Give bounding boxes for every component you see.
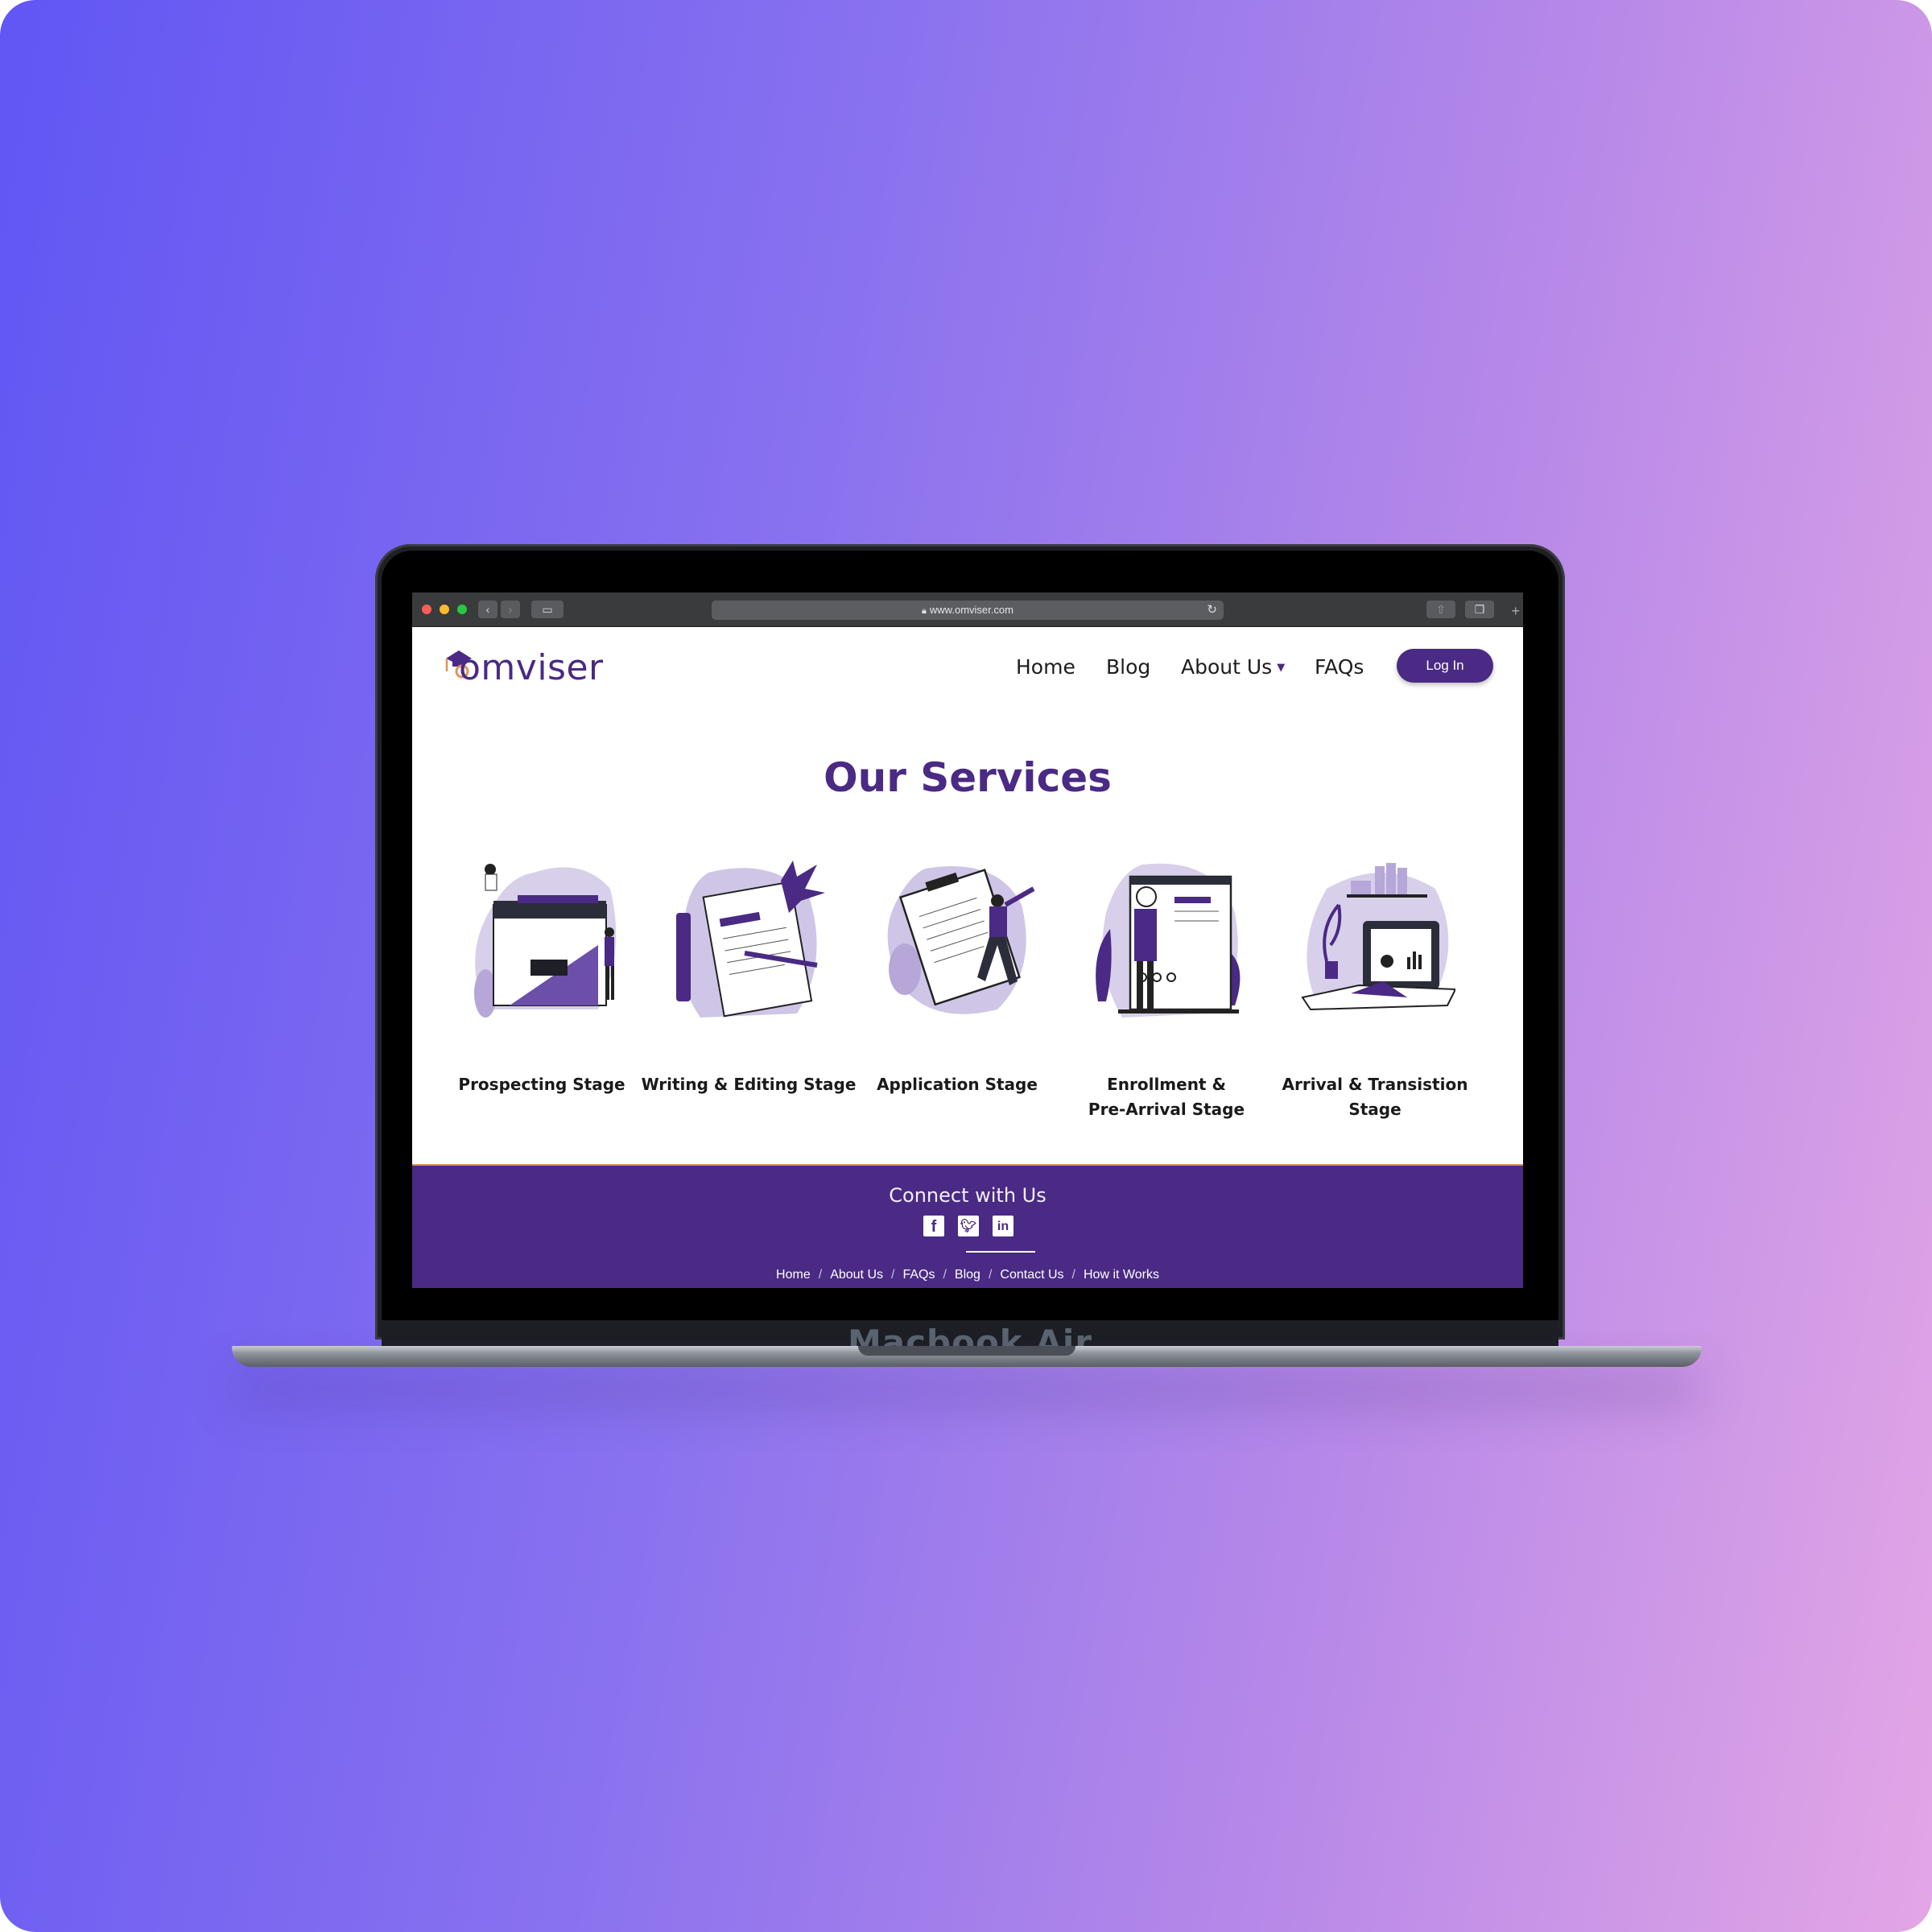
connect-heading: Connect with Us bbox=[889, 1184, 1046, 1207]
nav-home-link[interactable]: Home bbox=[1016, 655, 1075, 679]
separator: / bbox=[988, 1268, 993, 1282]
nav-blog-link[interactable]: Blog bbox=[1106, 655, 1150, 679]
footer-link-faqs[interactable]: FAQs bbox=[902, 1268, 935, 1282]
footer-link-contact[interactable]: Contact Us bbox=[1000, 1268, 1063, 1282]
share-icon[interactable]: ⇧ bbox=[1426, 601, 1455, 618]
footer-links: Home / About Us / FAQs / Blog / Contact Us / How i… bbox=[412, 1267, 1523, 1283]
footer-link-about[interactable]: About Us bbox=[830, 1268, 883, 1282]
close-window-button[interactable] bbox=[422, 605, 431, 614]
service-card-writing-editing[interactable]: Writing & Editing Stage bbox=[642, 857, 856, 1098]
service-label-enrollment: Enrollment & Pre-Arrival Stage bbox=[1088, 1075, 1245, 1119]
maximize-window-button[interactable] bbox=[457, 605, 467, 614]
service-label-writing-editing: Writing & Editing Stage bbox=[641, 1075, 857, 1094]
service-label-arrival: Arrival & Transistion Stage bbox=[1282, 1075, 1468, 1119]
separator: / bbox=[1071, 1268, 1075, 1282]
writing-editing-illustration bbox=[676, 861, 825, 1018]
footer-link-blog[interactable]: Blog bbox=[955, 1268, 980, 1282]
minimize-window-button[interactable] bbox=[440, 605, 449, 614]
service-card-prospecting[interactable]: Prospecting Stage bbox=[449, 857, 634, 1098]
nav-faqs-link[interactable]: FAQs bbox=[1315, 655, 1364, 679]
site-header: omviser Home Blog About Us ▼ FAQs Log In bbox=[412, 626, 1523, 707]
footer-divider bbox=[966, 1251, 1035, 1253]
footer-link-home[interactable]: Home bbox=[776, 1268, 811, 1282]
separator: / bbox=[943, 1268, 947, 1282]
url-text: www.omviser.com bbox=[929, 604, 1013, 616]
logo-wordmark: omviser bbox=[459, 647, 604, 688]
address-bar[interactable]: 🔒︎ www.omviser.com ↻ bbox=[712, 601, 1224, 620]
forward-icon[interactable]: › bbox=[501, 601, 520, 618]
footer-link-how-it-works[interactable]: How it Works bbox=[1084, 1268, 1159, 1282]
service-card-enrollment[interactable]: Enrollment & Pre-Arrival Stage bbox=[1074, 857, 1259, 1119]
service-label-prospecting: Prospecting Stage bbox=[458, 1075, 625, 1094]
twitter-icon[interactable]: 🐦︎ bbox=[958, 1216, 979, 1236]
page-title: Our Services bbox=[824, 754, 1112, 801]
reload-icon[interactable]: ↻ bbox=[1207, 601, 1217, 620]
separator: / bbox=[891, 1268, 895, 1282]
service-card-arrival[interactable]: Arrival & Transistion Stage bbox=[1282, 857, 1468, 1119]
laptop-chin: Macbook Air bbox=[382, 1320, 1558, 1349]
login-button[interactable]: Log In bbox=[1397, 649, 1493, 683]
facebook-icon[interactable]: f bbox=[923, 1216, 944, 1236]
browser-window: ‹ › ▭ 🔒︎ www.omviser.com ↻ ⇧ ❐ + omviser … bbox=[412, 592, 1523, 1288]
nav-about-dropdown[interactable]: About Us ▼ bbox=[1181, 655, 1285, 680]
omviser-logo[interactable]: omviser bbox=[444, 647, 603, 689]
sidebar-icon[interactable]: ▭ bbox=[531, 601, 564, 618]
linkedin-icon[interactable]: in bbox=[993, 1216, 1013, 1236]
browser-toolbar: ‹ › ▭ 🔒︎ www.omviser.com ↻ ⇧ ❐ + bbox=[412, 592, 1523, 627]
site-footer: Connect with Us f 🐦︎ in Home / About Us / FA… bbox=[412, 1164, 1523, 1288]
application-illustration bbox=[887, 866, 1035, 1014]
new-tab-icon[interactable]: + bbox=[1511, 604, 1520, 618]
caret-down-icon: ▼ bbox=[1277, 662, 1286, 674]
enrollment-illustration bbox=[1096, 863, 1241, 1018]
lock-icon: 🔒︎ bbox=[922, 606, 927, 616]
service-label-application: Application Stage bbox=[877, 1075, 1038, 1094]
prospecting-illustration bbox=[474, 864, 617, 1018]
separator: / bbox=[818, 1268, 823, 1282]
back-icon[interactable]: ‹ bbox=[478, 601, 497, 618]
laptop-notch bbox=[858, 1346, 1075, 1356]
nav-about-label: About Us bbox=[1181, 655, 1273, 679]
service-card-application[interactable]: Application Stage bbox=[865, 857, 1050, 1098]
arrival-illustration bbox=[1301, 863, 1455, 1011]
tabs-icon[interactable]: ❐ bbox=[1465, 601, 1494, 618]
